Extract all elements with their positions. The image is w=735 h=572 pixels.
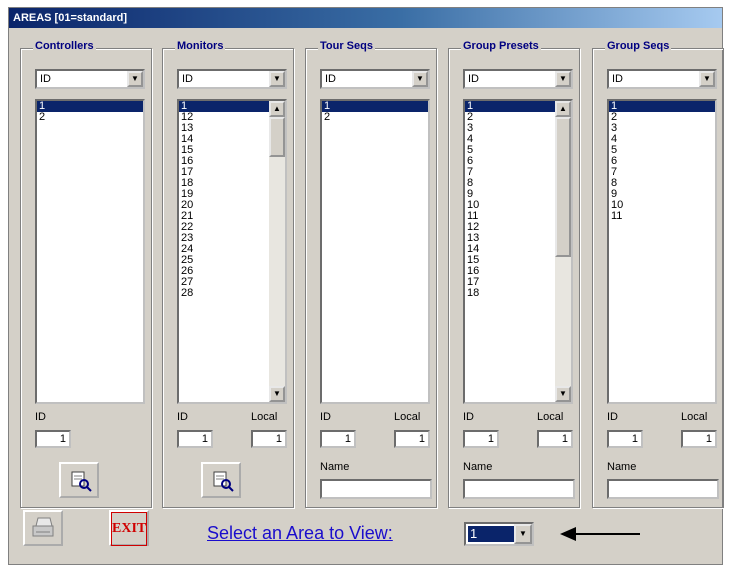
- list-item[interactable]: 5: [609, 145, 715, 156]
- scroll-thumb[interactable]: [269, 117, 285, 157]
- scroll-down-icon[interactable]: ▼: [555, 386, 571, 402]
- name-field[interactable]: [320, 479, 432, 499]
- local-field[interactable]: 1: [251, 430, 287, 448]
- chevron-down-icon[interactable]: ▼: [514, 524, 532, 544]
- sort-combo[interactable]: ID ▼: [177, 69, 287, 89]
- id-label: ID: [177, 411, 188, 423]
- id-field[interactable]: 1: [35, 430, 71, 448]
- name-label: Name: [607, 461, 637, 473]
- scroll-thumb[interactable]: [555, 117, 571, 257]
- local-field[interactable]: 1: [394, 430, 430, 448]
- group-label: Group Seqs: [605, 40, 672, 52]
- id-field[interactable]: 1: [177, 430, 213, 448]
- list-item[interactable]: 11: [609, 211, 715, 222]
- local-field[interactable]: 1: [681, 430, 717, 448]
- item-list[interactable]: 1 2 3 4 5 6 7 8 9 10 11 12 13 14 15 16 17 18 ▲ ▼: [463, 99, 573, 404]
- item-list[interactable]: 12: [35, 99, 145, 404]
- scroll-down-icon[interactable]: ▼: [269, 386, 285, 402]
- group-group-presets: Group Presets ID ▼ 1 2 3 4 5 6 7 8 9 10 11 12 13 14 15 16 1…: [448, 40, 580, 508]
- local-field[interactable]: 1: [537, 430, 573, 448]
- local-label: Local: [394, 411, 421, 423]
- name-label: Name: [320, 461, 350, 473]
- name-label: Name: [463, 461, 493, 473]
- list-item[interactable]: 2: [609, 112, 715, 123]
- name-field[interactable]: [463, 479, 575, 499]
- magnifier-icon: [71, 471, 92, 492]
- group-tour-seqs: Tour Seqs ID ▼ 1 2 ID 1 Local 1 Name: [305, 40, 437, 508]
- area-select[interactable]: 1 ▼: [464, 522, 534, 546]
- id-field[interactable]: 1: [463, 430, 499, 448]
- list-item[interactable]: 7: [609, 167, 715, 178]
- sort-combo[interactable]: ID ▼: [35, 69, 145, 89]
- list-item[interactable]: 4: [609, 134, 715, 145]
- group-label: Tour Seqs: [318, 40, 375, 52]
- scroll-up-icon[interactable]: ▲: [555, 101, 571, 117]
- find-button[interactable]: [201, 462, 241, 498]
- list-item[interactable]: 3: [609, 123, 715, 134]
- id-field[interactable]: 1: [320, 430, 356, 448]
- id-label: ID: [35, 411, 46, 423]
- id-label: ID: [463, 411, 474, 423]
- item-list[interactable]: 1 12 13 14 15 16 17 18 19 20 21 22 23 24 25 26 27 28 ▲ ▼: [177, 99, 287, 404]
- id-label: ID: [320, 411, 331, 423]
- list-item[interactable]: 2: [37, 112, 143, 123]
- area-select-value: 1: [468, 526, 516, 542]
- arrow-left-icon: [560, 527, 640, 541]
- name-field[interactable]: [607, 479, 719, 499]
- local-label: Local: [251, 411, 278, 423]
- list-item[interactable]: 9: [609, 189, 715, 200]
- exit-label: EXIT: [111, 512, 147, 546]
- sort-combo-value: ID: [612, 73, 623, 85]
- list-item[interactable]: 2: [322, 112, 428, 123]
- group-monitors: Monitors ID ▼ 1 12 13 14 15 16 17 18 19 20 21 22 23 24 25…: [162, 40, 294, 508]
- local-label: Local: [537, 411, 564, 423]
- sort-combo[interactable]: ID ▼: [320, 69, 430, 89]
- sort-combo[interactable]: ID ▼: [463, 69, 573, 89]
- scrollbar[interactable]: ▲ ▼: [555, 101, 571, 402]
- list-item[interactable]: 6: [609, 156, 715, 167]
- id-field[interactable]: 1: [607, 430, 643, 448]
- magnifier-icon: [213, 471, 234, 492]
- chevron-down-icon[interactable]: ▼: [699, 71, 715, 87]
- select-area-label: Select an Area to View:: [207, 523, 393, 543]
- local-label: Local: [681, 411, 708, 423]
- group-label: Monitors: [175, 40, 226, 52]
- sort-combo-value: ID: [40, 73, 51, 85]
- scroll-up-icon[interactable]: ▲: [269, 101, 285, 117]
- group-label: Controllers: [33, 40, 96, 52]
- group-label: Group Presets: [461, 40, 541, 52]
- list-item[interactable]: 1: [609, 101, 715, 112]
- list-item[interactable]: 1: [37, 101, 143, 112]
- chevron-down-icon[interactable]: ▼: [269, 71, 285, 87]
- areas-window: AREAS [01=standard] Controllers ID ▼ 1 2 ID 1 M…: [8, 7, 724, 565]
- find-button[interactable]: [59, 462, 99, 498]
- sort-combo-value: ID: [325, 73, 336, 85]
- scrollbar[interactable]: ▲ ▼: [269, 101, 285, 402]
- group-controllers: Controllers ID ▼ 1 2 ID 1: [20, 40, 152, 508]
- printer-icon: [32, 517, 54, 537]
- sort-combo-value: ID: [468, 73, 479, 85]
- chevron-down-icon[interactable]: ▼: [412, 71, 428, 87]
- id-label: ID: [607, 411, 618, 423]
- window-title: AREAS [01=standard]: [9, 8, 722, 28]
- item-list[interactable]: 12: [320, 99, 430, 404]
- sort-combo[interactable]: ID ▼: [607, 69, 717, 89]
- item-list[interactable]: 1 2 3 4 5 6 7 8 9 10 11: [607, 99, 717, 404]
- chevron-down-icon[interactable]: ▼: [555, 71, 571, 87]
- list-item[interactable]: 1: [322, 101, 428, 112]
- list-item[interactable]: 10: [609, 200, 715, 211]
- list-item[interactable]: 8: [609, 178, 715, 189]
- sort-combo-value: ID: [182, 73, 193, 85]
- print-button[interactable]: [23, 510, 63, 546]
- chevron-down-icon[interactable]: ▼: [127, 71, 143, 87]
- exit-button[interactable]: EXIT: [109, 510, 149, 546]
- group-group-seqs: Group Seqs ID ▼ 1 2 3 4 5 6 7 8 9 10 11 ID 1 Local 1 Name: [592, 40, 724, 508]
